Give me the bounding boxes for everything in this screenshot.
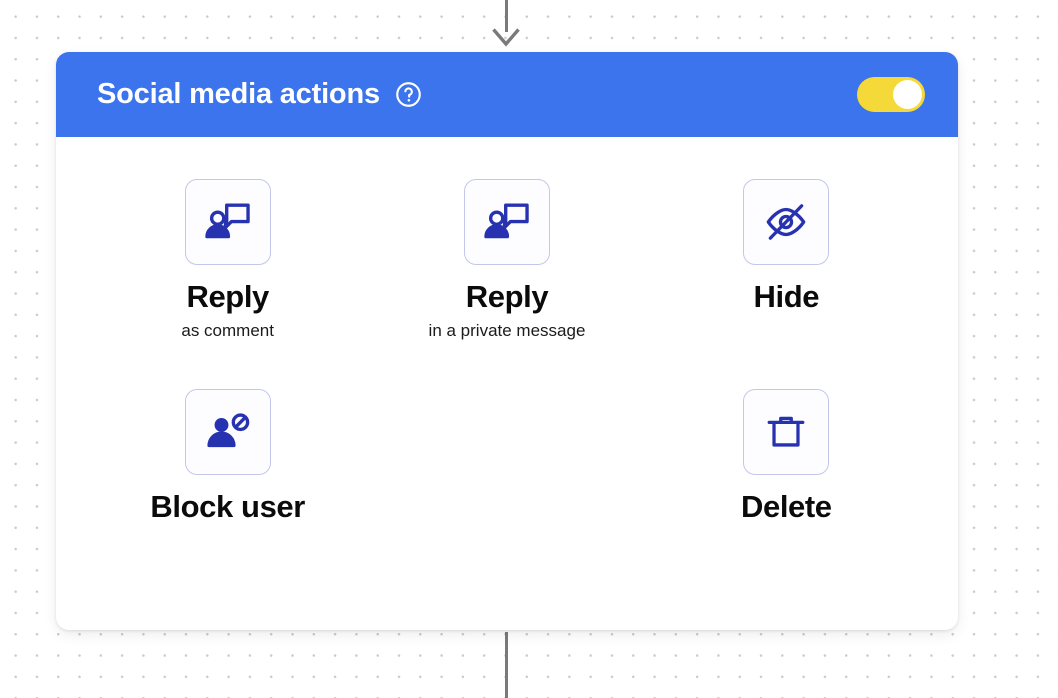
question-circle-icon[interactable] bbox=[395, 81, 422, 108]
person-block-icon bbox=[202, 406, 254, 458]
outgoing-connector-line bbox=[505, 632, 508, 698]
action-label: Reply bbox=[465, 279, 549, 314]
trash-icon bbox=[763, 409, 809, 455]
icon-tile bbox=[184, 388, 271, 475]
icon-tile bbox=[743, 388, 830, 475]
action-label: Reply bbox=[186, 279, 269, 314]
icon-tile bbox=[463, 179, 550, 265]
social-media-actions-node[interactable]: Social media actions Reply as comment Re… bbox=[56, 52, 958, 630]
action-block-user[interactable]: Block user bbox=[88, 388, 367, 531]
toggle-knob bbox=[893, 80, 922, 109]
action-label: Block user bbox=[150, 488, 305, 524]
action-sublabel: as comment bbox=[181, 320, 274, 340]
person-speech-bubble-icon bbox=[202, 196, 254, 248]
action-sublabel: in a private message bbox=[428, 320, 586, 340]
eye-off-icon bbox=[761, 197, 811, 247]
person-speech-bubble-icon bbox=[481, 196, 533, 248]
node-body: Reply as comment Reply in a private mess… bbox=[56, 137, 958, 630]
icon-tile bbox=[184, 179, 271, 265]
action-hide[interactable]: Hide bbox=[647, 179, 926, 341]
node-header: Social media actions bbox=[56, 52, 958, 137]
action-label: Delete bbox=[741, 488, 832, 524]
action-delete[interactable]: Delete bbox=[647, 388, 926, 531]
page-title: Social media actions bbox=[97, 78, 380, 110]
action-grid-empty-slot bbox=[367, 389, 646, 531]
action-reply-as-comment[interactable]: Reply as comment bbox=[88, 179, 367, 341]
icon-tile bbox=[743, 179, 830, 265]
action-label: Hide bbox=[753, 279, 820, 314]
action-reply-private-message[interactable]: Reply in a private message bbox=[367, 179, 646, 341]
action-grid: Reply as comment Reply in a private mess… bbox=[88, 179, 926, 530]
enabled-toggle[interactable] bbox=[857, 77, 925, 112]
